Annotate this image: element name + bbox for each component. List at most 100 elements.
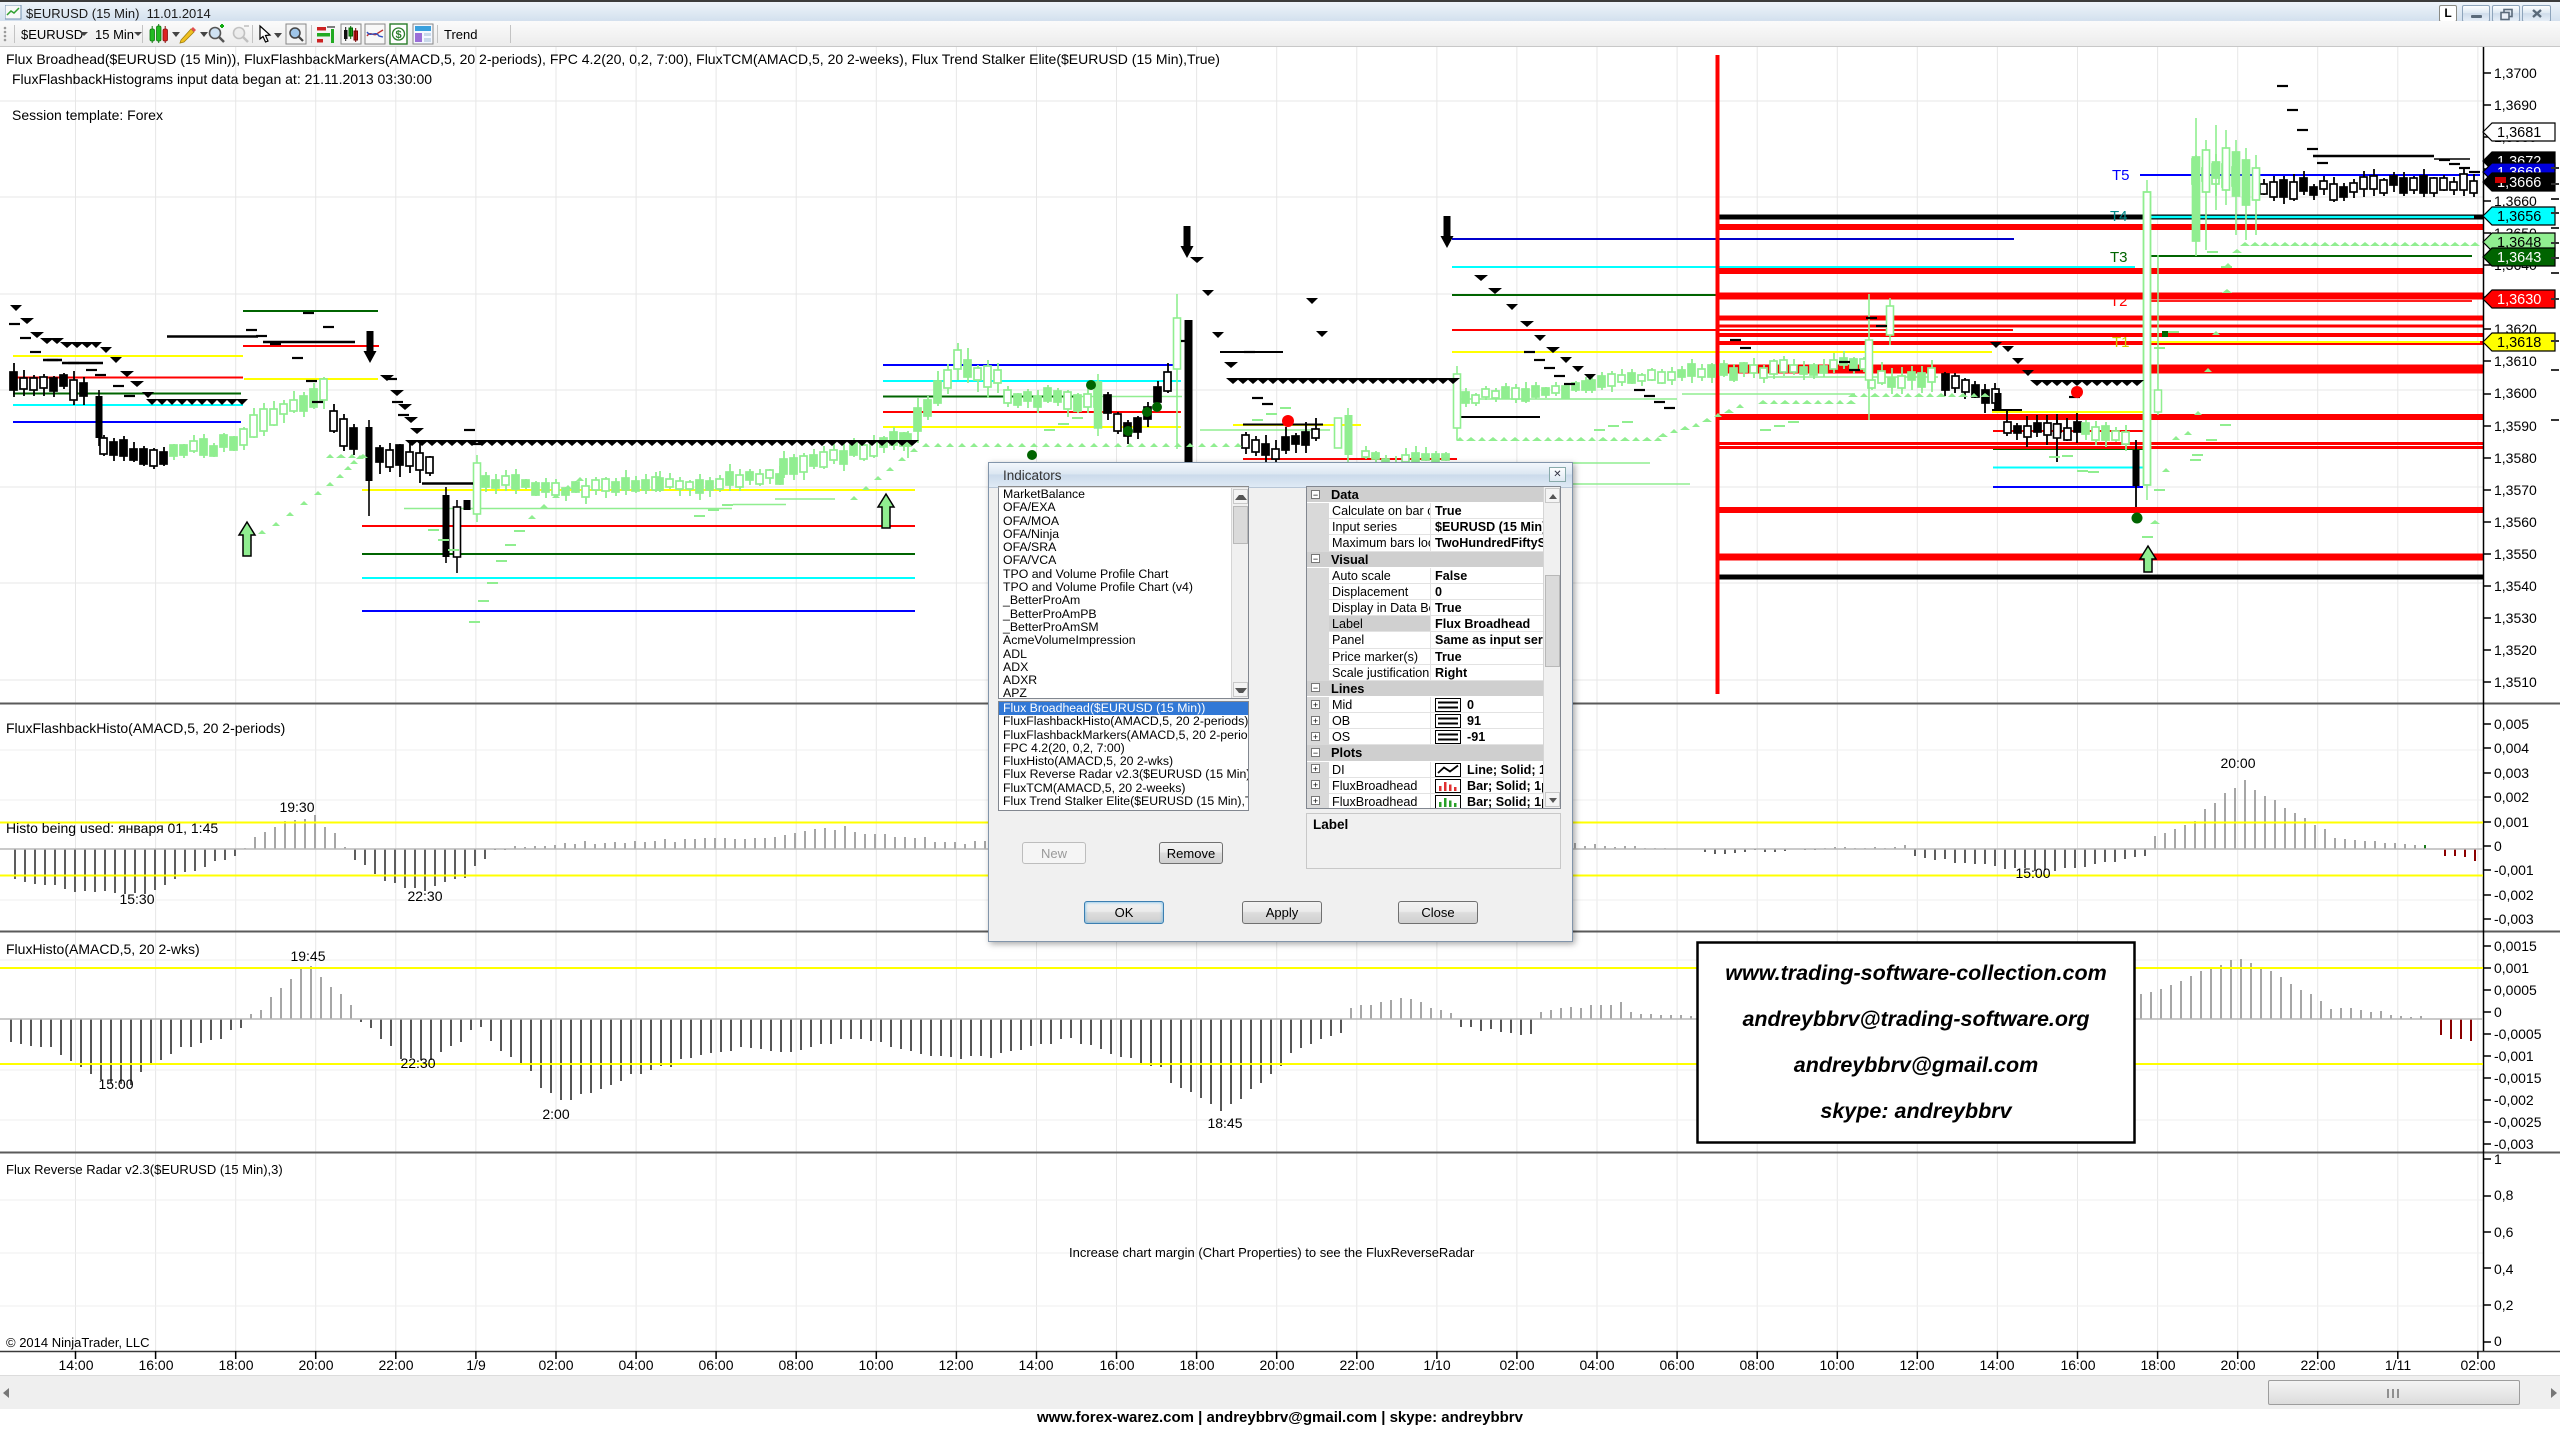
- svg-text:1,3560: 1,3560: [2494, 514, 2537, 530]
- svg-text:0,8: 0,8: [2494, 1187, 2514, 1203]
- svg-text:15:00: 15:00: [2015, 865, 2050, 881]
- svg-text:Flux Broadhead($EURUSD (15 Min: Flux Broadhead($EURUSD (15 Min)), FluxFl…: [6, 51, 1220, 67]
- svg-text:02:00: 02:00: [2460, 1357, 2495, 1373]
- svg-text:1,3700: 1,3700: [2494, 65, 2537, 81]
- svg-text:0,001: 0,001: [2494, 814, 2529, 830]
- svg-text:andreybbrv@trading-software.or: andreybbrv@trading-software.org: [1742, 1007, 2089, 1031]
- svg-text:0,002: 0,002: [2494, 789, 2529, 805]
- svg-text:06:00: 06:00: [698, 1357, 733, 1373]
- svg-text:0,0015: 0,0015: [2494, 938, 2537, 954]
- svg-text:0: 0: [2494, 838, 2502, 854]
- svg-text:20:00: 20:00: [2220, 1357, 2255, 1373]
- svg-text:12:00: 12:00: [1899, 1357, 1934, 1373]
- svg-text:T1: T1: [2112, 334, 2130, 351]
- svg-text:18:00: 18:00: [218, 1357, 253, 1373]
- svg-text:FluxFlashbackHistograms input: FluxFlashbackHistograms input data began…: [12, 71, 432, 87]
- svg-text:18:45: 18:45: [1207, 1115, 1242, 1131]
- svg-text:1/11: 1/11: [2385, 1357, 2411, 1373]
- svg-text:15:00: 15:00: [98, 1076, 133, 1092]
- svg-text:18:00: 18:00: [1179, 1357, 1214, 1373]
- svg-text:andreybbrv@gmail.com: andreybbrv@gmail.com: [1794, 1053, 2038, 1077]
- svg-text:1,3600: 1,3600: [2494, 385, 2537, 401]
- svg-text:08:00: 08:00: [778, 1357, 813, 1373]
- svg-text:T3: T3: [2110, 249, 2128, 266]
- svg-text:0,001: 0,001: [2494, 960, 2529, 976]
- svg-text:16:00: 16:00: [2060, 1357, 2095, 1373]
- svg-text:14:00: 14:00: [58, 1357, 93, 1373]
- svg-text:22:30: 22:30: [407, 888, 442, 904]
- svg-text:1,3510: 1,3510: [2494, 674, 2537, 690]
- svg-text:1,3630: 1,3630: [2497, 292, 2541, 308]
- svg-text:-0,002: -0,002: [2494, 887, 2534, 903]
- svg-text:1,3580: 1,3580: [2494, 450, 2537, 466]
- svg-text:20:00: 20:00: [298, 1357, 333, 1373]
- svg-text:0,004: 0,004: [2494, 740, 2529, 756]
- svg-text:22:00: 22:00: [2300, 1357, 2335, 1373]
- svg-text:22:30: 22:30: [400, 1055, 435, 1071]
- svg-text:1,3530: 1,3530: [2494, 610, 2537, 626]
- svg-text:Increase chart margin (Chart P: Increase chart margin (Chart Properties)…: [1069, 1245, 1475, 1260]
- svg-text:1,3520: 1,3520: [2494, 642, 2537, 658]
- svg-text:19:30: 19:30: [279, 799, 314, 815]
- svg-text:1,3590: 1,3590: [2494, 418, 2537, 434]
- svg-text:0,0005: 0,0005: [2494, 982, 2537, 998]
- svg-text:1,3610: 1,3610: [2494, 353, 2537, 369]
- svg-text:02:00: 02:00: [538, 1357, 573, 1373]
- svg-text:04:00: 04:00: [618, 1357, 653, 1373]
- svg-text:0: 0: [2494, 1333, 2502, 1349]
- svg-text:-0,0015: -0,0015: [2494, 1070, 2542, 1086]
- svg-text:-0,0005: -0,0005: [2494, 1026, 2542, 1042]
- svg-text:02:00: 02:00: [1499, 1357, 1534, 1373]
- svg-text:04:00: 04:00: [1579, 1357, 1614, 1373]
- svg-text:14:00: 14:00: [1018, 1357, 1053, 1373]
- svg-text:1,3656: 1,3656: [2497, 209, 2541, 225]
- svg-text:1,3681: 1,3681: [2497, 125, 2541, 141]
- svg-text:-0,002: -0,002: [2494, 1092, 2534, 1108]
- svg-text:10:00: 10:00: [1819, 1357, 1854, 1373]
- svg-text:-0,001: -0,001: [2494, 1048, 2534, 1064]
- svg-text:1/9: 1/9: [466, 1357, 486, 1373]
- svg-text:0,4: 0,4: [2494, 1261, 2514, 1277]
- svg-text:14:00: 14:00: [1979, 1357, 2014, 1373]
- svg-text:www.trading-software-collectio: www.trading-software-collection.com: [1725, 961, 2106, 985]
- svg-text:0,2: 0,2: [2494, 1297, 2514, 1313]
- svg-text:1,3570: 1,3570: [2494, 482, 2537, 498]
- svg-text:19:45: 19:45: [290, 948, 325, 964]
- svg-text:FluxHisto(AMACD,5, 20 2-wks): FluxHisto(AMACD,5, 20 2-wks): [6, 941, 200, 957]
- svg-text:1: 1: [2494, 1151, 2502, 1167]
- svg-text:10:00: 10:00: [858, 1357, 893, 1373]
- svg-text:2:00: 2:00: [542, 1106, 569, 1122]
- svg-text:0: 0: [2494, 1004, 2502, 1020]
- svg-text:FluxFlashbackHisto(AMACD,5, 20: FluxFlashbackHisto(AMACD,5, 20 2-periods…: [6, 720, 285, 736]
- svg-text:1,3643: 1,3643: [2497, 250, 2541, 266]
- svg-text:Session template: Forex: Session template: Forex: [12, 107, 163, 123]
- svg-text:16:00: 16:00: [1099, 1357, 1134, 1373]
- svg-text:12:00: 12:00: [938, 1357, 973, 1373]
- svg-text:-0,003: -0,003: [2494, 911, 2534, 927]
- svg-text:-0,0025: -0,0025: [2494, 1114, 2542, 1130]
- svg-text:0,6: 0,6: [2494, 1224, 2514, 1240]
- svg-text:$: $: [395, 29, 401, 41]
- svg-text:1,3540: 1,3540: [2494, 578, 2537, 594]
- svg-text:-0,001: -0,001: [2494, 862, 2534, 878]
- svg-text:T5: T5: [2112, 167, 2130, 184]
- svg-text:Flux Reverse Radar v2.3($EURUS: Flux Reverse Radar v2.3($EURUSD (15 Min)…: [6, 1162, 283, 1177]
- svg-text:22:00: 22:00: [378, 1357, 413, 1373]
- svg-text:© 2014 NinjaTrader, LLC: © 2014 NinjaTrader, LLC: [6, 1335, 150, 1350]
- svg-text:15:30: 15:30: [119, 891, 154, 907]
- svg-text:T2: T2: [2110, 293, 2128, 310]
- svg-text:20:00: 20:00: [2220, 755, 2255, 771]
- svg-text:0,005: 0,005: [2494, 716, 2529, 732]
- svg-text:-0,003: -0,003: [2494, 1136, 2534, 1152]
- svg-text:08:00: 08:00: [1739, 1357, 1774, 1373]
- svg-text:1,3690: 1,3690: [2494, 97, 2537, 113]
- svg-text:18:00: 18:00: [2140, 1357, 2175, 1373]
- svg-text:0,003: 0,003: [2494, 765, 2529, 781]
- svg-text:1/10: 1/10: [1423, 1357, 1450, 1373]
- svg-text:06:00: 06:00: [1659, 1357, 1694, 1373]
- svg-text:16:00: 16:00: [138, 1357, 173, 1373]
- svg-text:T4: T4: [2110, 208, 2128, 225]
- svg-text:skype: andreybbrv: skype: andreybbrv: [1820, 1099, 2012, 1123]
- svg-text:1,3550: 1,3550: [2494, 546, 2537, 562]
- svg-text:Histo being used: января 01, 1: Histo being used: января 01, 1:45: [6, 820, 218, 836]
